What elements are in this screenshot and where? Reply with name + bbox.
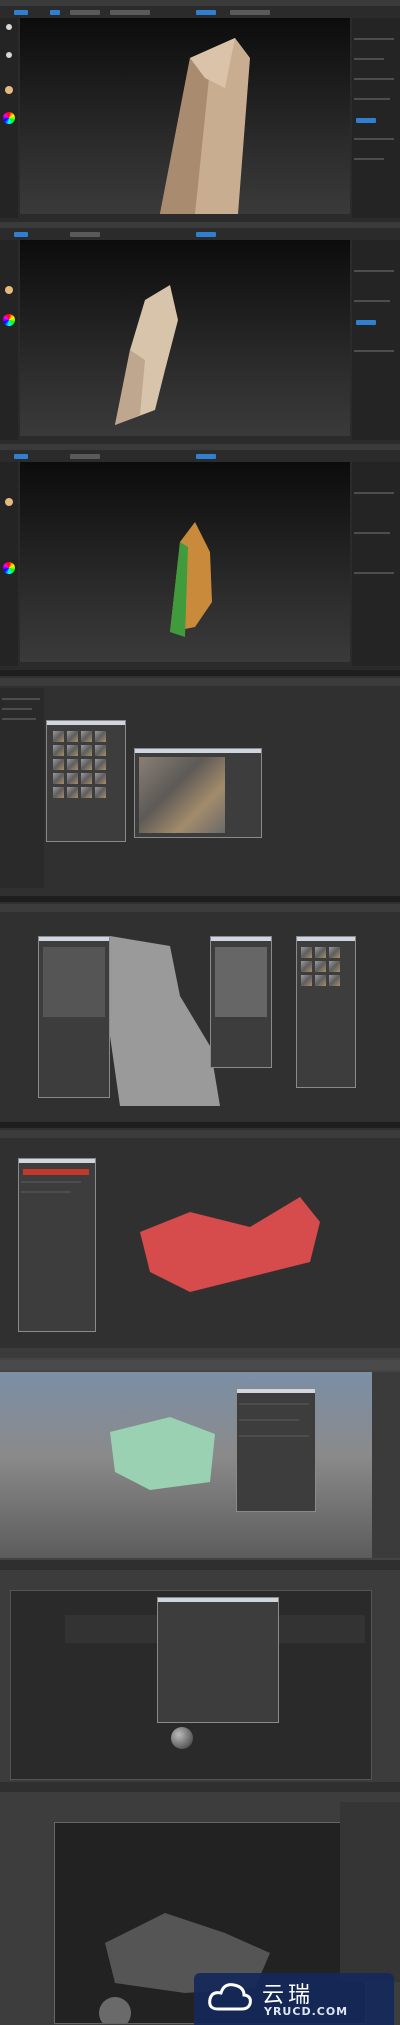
zbrush-panel-1 xyxy=(0,0,400,222)
layer-properties-window[interactable] xyxy=(18,1158,96,1332)
texture-library-window[interactable] xyxy=(46,720,126,842)
color-picker-icon[interactable] xyxy=(3,112,15,124)
window-title-bar[interactable] xyxy=(297,937,355,941)
zbrush-menu-bar xyxy=(0,444,400,450)
rock-model xyxy=(115,285,178,425)
left-tool-shelf xyxy=(0,18,18,218)
zbrush-menu-bar xyxy=(0,0,400,6)
material-sphere-icon[interactable] xyxy=(5,286,13,294)
toolbar-button[interactable] xyxy=(14,454,28,459)
zbrush-panel-3 xyxy=(0,444,400,670)
texture-browser-panel xyxy=(0,670,400,896)
rock-column-model xyxy=(160,38,250,214)
app-toolbar xyxy=(0,678,400,686)
window-title-bar[interactable] xyxy=(158,1598,278,1602)
toolbar-button[interactable] xyxy=(50,10,60,15)
mask-panel xyxy=(0,1122,400,1348)
brush-icon[interactable] xyxy=(6,24,12,30)
outliner xyxy=(0,688,44,888)
zbrush-panel-2 xyxy=(0,222,400,444)
channel-box xyxy=(372,1372,400,1558)
toolbar-button[interactable] xyxy=(230,10,270,15)
selected-layer[interactable] xyxy=(23,1169,89,1175)
app-menu-bar xyxy=(0,896,400,902)
toolbar-button[interactable] xyxy=(70,454,100,459)
shader-window[interactable] xyxy=(210,936,272,1068)
left-tool-shelf xyxy=(0,462,18,666)
material-sphere-icon[interactable] xyxy=(5,86,13,94)
polygrouped-rock-model xyxy=(170,522,212,637)
viewport[interactable] xyxy=(20,18,350,214)
watermark: 云瑞 YRUCD.COM xyxy=(194,1973,394,2025)
attribute-window[interactable] xyxy=(38,936,110,1098)
color-picker-icon[interactable] xyxy=(3,314,15,326)
maya-shelf xyxy=(0,1360,400,1370)
hypershade-window[interactable] xyxy=(10,1590,372,1780)
file-node-window[interactable] xyxy=(157,1597,279,1723)
right-tool-palette xyxy=(352,240,400,440)
stroke-icon[interactable] xyxy=(6,52,12,58)
window-title-bar[interactable] xyxy=(19,1159,95,1163)
maya-viewport-panel xyxy=(0,1348,400,1560)
toolbar-button[interactable] xyxy=(196,454,216,459)
material-editor-panel xyxy=(0,896,400,1122)
color-picker-icon[interactable] xyxy=(3,562,15,574)
maya-menu-bar xyxy=(0,1348,400,1358)
toolbar-button[interactable] xyxy=(14,232,28,237)
texture-window[interactable] xyxy=(296,936,356,1088)
window-title-bar[interactable] xyxy=(47,721,125,725)
toolbar-button[interactable] xyxy=(70,232,100,237)
material-sphere-icon[interactable] xyxy=(5,498,13,506)
attribute-editor xyxy=(340,1802,400,1982)
toolbar-button[interactable] xyxy=(70,10,100,15)
toolbar-button[interactable] xyxy=(196,10,216,15)
viewport[interactable] xyxy=(20,240,350,436)
rock-texture-preview xyxy=(139,757,225,833)
window-title-bar[interactable] xyxy=(211,937,271,941)
material-node[interactable] xyxy=(171,1727,193,1749)
export-options-window[interactable] xyxy=(236,1388,316,1512)
cloud-logo-icon xyxy=(208,1983,252,2011)
app-toolbar xyxy=(0,904,400,912)
window-title-bar[interactable] xyxy=(39,937,109,941)
texture-preview-window[interactable] xyxy=(134,748,262,838)
left-tool-shelf xyxy=(0,240,18,440)
maya-menu-bar xyxy=(0,1782,400,1792)
zbrush-menu-bar xyxy=(0,222,400,228)
window-title-bar[interactable] xyxy=(237,1389,315,1393)
masked-rock-model xyxy=(140,1197,320,1292)
toolbar-button[interactable] xyxy=(196,232,216,237)
preview-area xyxy=(43,947,105,1017)
wireframe-rock-model xyxy=(110,1417,215,1490)
window-title-bar[interactable] xyxy=(135,749,261,753)
maya-menu-bar xyxy=(0,1560,400,1570)
viewport[interactable] xyxy=(0,1372,372,1558)
viewport[interactable] xyxy=(20,462,350,662)
right-tool-palette xyxy=(352,18,400,218)
app-toolbar xyxy=(0,1130,400,1138)
hypershade-panel xyxy=(0,1560,400,1782)
preview-area xyxy=(215,947,267,1017)
toolbar-button[interactable] xyxy=(14,10,28,15)
right-tool-palette xyxy=(352,462,400,666)
watermark-domain-text: YRUCD.COM xyxy=(264,2005,349,2018)
app-menu-bar xyxy=(0,670,400,676)
app-menu-bar xyxy=(0,1122,400,1128)
toolbar-button[interactable] xyxy=(110,10,150,15)
